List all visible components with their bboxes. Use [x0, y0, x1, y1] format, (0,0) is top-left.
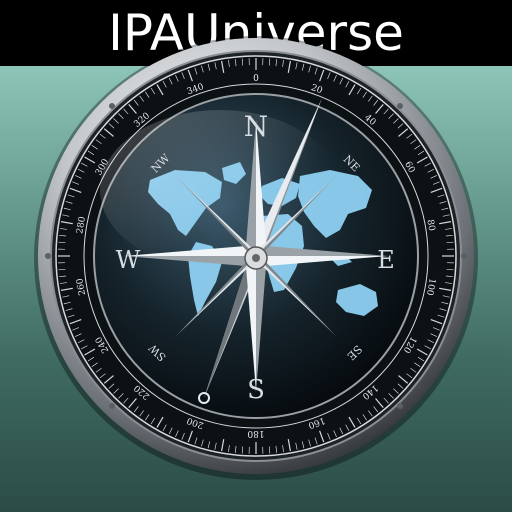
compass-icon: 0204060801001201401601802002202402602803…: [34, 36, 478, 480]
degree-label: 80: [424, 219, 436, 232]
west-label: W: [116, 246, 141, 274]
east-label: E: [377, 246, 395, 274]
north-label: N: [244, 110, 269, 143]
south-label: S: [247, 375, 265, 405]
degree-label: 180: [247, 428, 264, 438]
degree-label: 0: [253, 74, 259, 84]
